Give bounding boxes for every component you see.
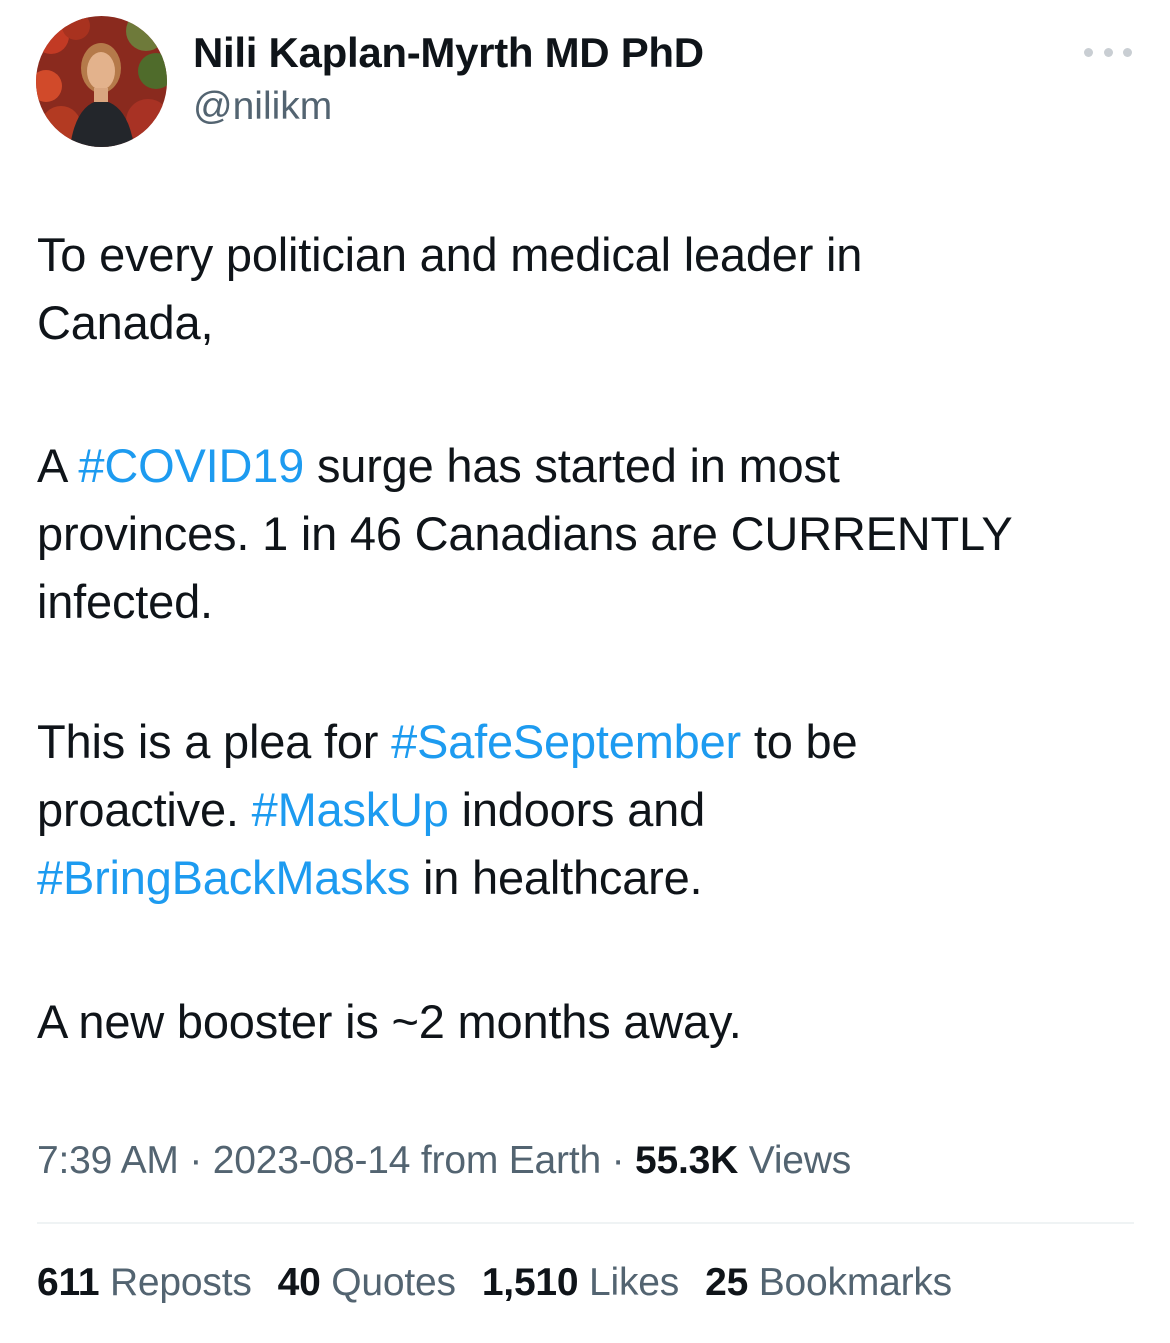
tweet-paragraph-4: A new booster is ~2 months away. xyxy=(37,988,1147,1056)
bookmarks-count: 25 xyxy=(705,1261,749,1304)
quotes-count: 40 xyxy=(277,1261,321,1304)
tweet-paragraph-1: To every politician and medical leader i… xyxy=(37,221,1147,357)
dot xyxy=(1084,47,1093,57)
tweet-paragraph-3: This is a plea for #SafeSeptember to be … xyxy=(37,708,1147,912)
hashtag-covid19-link[interactable]: #COVID19 xyxy=(78,439,304,492)
engagement-stats: 611 Reposts 40 Quotes 1,510 Likes 25 Boo… xyxy=(37,1259,978,1307)
tweet-paragraph-2: A #COVID19 surge has started in most pro… xyxy=(37,432,1147,636)
tweet: Nili Kaplan-Myrth MD PhD @nilikm To ever… xyxy=(0,0,1170,1343)
tweet-text-line: A new booster is ~2 months away. xyxy=(37,995,742,1048)
timestamp-time[interactable]: 7:39 AM xyxy=(37,1139,179,1182)
separator: · xyxy=(600,1139,636,1182)
text-fragment: proactive. xyxy=(37,783,252,836)
tweet-meta: 7:39 AM · 2023-08-14 from Earth · 55.3K … xyxy=(37,1137,851,1185)
likes-count: 1,510 xyxy=(481,1261,579,1304)
dot xyxy=(1103,47,1113,57)
hashtag-safeseptember-link[interactable]: #SafeSeptember xyxy=(391,715,741,768)
text-fragment: A xyxy=(37,439,79,492)
more-icon[interactable] xyxy=(1084,38,1132,66)
handle[interactable]: @nilikm xyxy=(193,84,332,130)
views-count[interactable]: 55.3K xyxy=(635,1139,738,1182)
tweet-text-line: proactive. #MaskUp indoors and xyxy=(37,776,1147,844)
bookmarks-stat[interactable]: 25 Bookmarks xyxy=(705,1259,952,1307)
source-label: from Earth xyxy=(410,1139,601,1182)
quotes-stat[interactable]: 40 Quotes xyxy=(278,1259,456,1307)
tweet-text-line: This is a plea for #SafeSeptember to be xyxy=(37,708,1147,776)
likes-label: Likes xyxy=(578,1261,680,1304)
text-fragment: surge has started in most xyxy=(304,439,840,492)
divider xyxy=(37,1222,1134,1224)
likes-stat[interactable]: 1,510 Likes xyxy=(482,1259,679,1307)
quotes-label: Quotes xyxy=(320,1261,456,1304)
text-fragment: to be xyxy=(741,715,858,768)
display-name[interactable]: Nili Kaplan-Myrth MD PhD xyxy=(193,28,704,78)
hashtag-bringbackmasks-link[interactable]: #BringBackMasks xyxy=(37,851,410,904)
bookmarks-label: Bookmarks xyxy=(748,1261,952,1304)
views-label: Views xyxy=(738,1139,852,1182)
text-fragment: This is a plea for xyxy=(37,715,392,768)
hashtag-maskup-link[interactable]: #MaskUp xyxy=(252,783,449,836)
tweet-text-line: provinces. 1 in 46 Canadians are CURRENT… xyxy=(37,507,1013,560)
reposts-count: 611 xyxy=(37,1261,100,1304)
tweet-text-line: #BringBackMasks in healthcare. xyxy=(37,844,1147,912)
separator: · xyxy=(178,1139,213,1182)
tweet-text-line: A #COVID19 surge has started in most xyxy=(37,432,1147,500)
avatar[interactable] xyxy=(36,16,167,147)
text-fragment: in healthcare. xyxy=(410,851,703,904)
tweet-text-line: infected. xyxy=(37,575,213,628)
tweet-text-line: Canada, xyxy=(37,296,214,349)
text-fragment: indoors and xyxy=(448,783,706,836)
reposts-stat[interactable]: 611 Reposts xyxy=(37,1259,252,1307)
timestamp-date[interactable]: 2023-08-14 xyxy=(213,1139,411,1182)
reposts-label: Reposts xyxy=(99,1261,252,1304)
dot xyxy=(1123,47,1132,57)
tweet-text-line: To every politician and medical leader i… xyxy=(37,228,863,281)
